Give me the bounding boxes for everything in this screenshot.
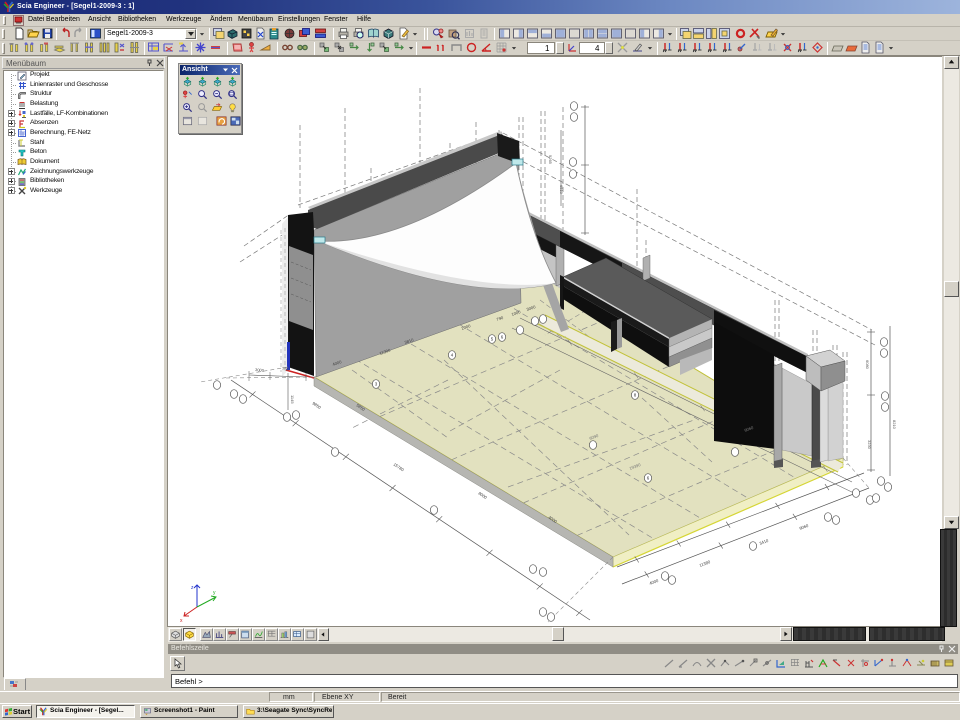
svg-text:y: y [213, 590, 216, 596]
svg-text:750: 750 [282, 366, 290, 372]
svg-text:11380: 11380 [699, 559, 712, 568]
svg-text:9265: 9265 [548, 155, 553, 165]
svg-text:15780: 15780 [392, 462, 405, 473]
svg-text:9060: 9060 [799, 523, 810, 531]
svg-text:3410: 3410 [759, 538, 770, 546]
svg-text:8210: 8210 [892, 420, 897, 430]
svg-text:8000: 8000 [477, 491, 488, 501]
svg-text:3230: 3230 [867, 440, 872, 450]
svg-text:1145: 1145 [290, 395, 295, 404]
svg-text:9850: 9850 [311, 401, 322, 411]
svg-text:z: z [191, 585, 194, 591]
svg-text:3000: 3000 [255, 367, 265, 373]
svg-text:6080: 6080 [865, 360, 870, 370]
svg-text:4000: 4000 [649, 578, 660, 586]
svg-text:6510: 6510 [559, 185, 564, 195]
svg-text:x: x [180, 618, 183, 624]
